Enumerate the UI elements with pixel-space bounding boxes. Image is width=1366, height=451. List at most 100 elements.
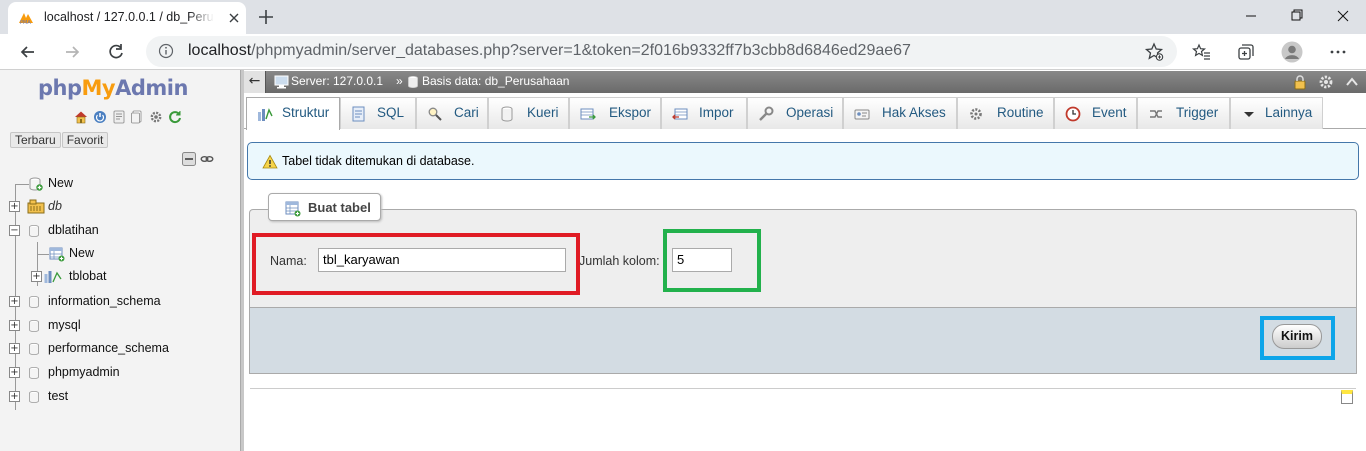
tree-item-mysql[interactable]: + mysql: [0, 316, 240, 336]
tree-item-dblatihan[interactable]: − dblatihan: [0, 221, 240, 241]
tab-operasi[interactable]: Operasi: [747, 97, 843, 129]
tree-item-performance-schema[interactable]: + performance_schema: [0, 339, 240, 359]
breadcrumb-server[interactable]: Server: 127.0.0.1: [291, 74, 383, 88]
minimize-icon[interactable]: [1228, 0, 1274, 32]
main-menu: Struktur SQL Cari Kueri Ekspor Impor Ope…: [244, 93, 1366, 130]
link-with-main-icon[interactable]: [200, 152, 214, 166]
database-icon: [29, 296, 39, 308]
expand-icon[interactable]: +: [9, 391, 20, 402]
tree-label[interactable]: test: [48, 389, 68, 403]
forward-icon[interactable]: [62, 42, 82, 62]
browser-navbar: localhost/phpmyadmin/server_databases.ph…: [0, 34, 1366, 70]
new-table-icon: [49, 247, 65, 262]
tab-struktur[interactable]: Struktur: [246, 97, 340, 130]
search-icon: [428, 107, 442, 121]
console-icon[interactable]: [1341, 390, 1353, 404]
tree-label[interactable]: information_schema: [48, 294, 161, 308]
address-bar[interactable]: localhost/phpmyadmin/server_databases.ph…: [146, 36, 1177, 67]
add-favorite-icon[interactable]: [1144, 42, 1164, 62]
new-database-icon: [29, 177, 43, 191]
highlight-box-submit: [1260, 316, 1335, 360]
trigger-icon: [1150, 110, 1162, 118]
add-table-icon: [285, 201, 301, 217]
browser-tabbar: PMA localhost / 127.0.0.1 / db_Perusahaa…: [0, 0, 1366, 34]
new-tab-icon[interactable]: [256, 7, 276, 27]
back-icon[interactable]: [18, 42, 38, 62]
tree-item-new[interactable]: New: [0, 174, 240, 194]
tree-label[interactable]: tblobat: [69, 269, 107, 283]
close-tab-icon[interactable]: [226, 10, 242, 26]
collapse-panel-arrow-icon[interactable]: ←: [244, 71, 266, 93]
tab-ekspor[interactable]: Ekspor: [569, 97, 661, 129]
collapse-all-icon[interactable]: [182, 152, 196, 166]
tab-event[interactable]: Event: [1054, 97, 1137, 129]
expand-icon[interactable]: +: [9, 201, 20, 212]
tree-item-test[interactable]: + test: [0, 387, 240, 407]
expand-icon[interactable]: +: [9, 296, 20, 307]
tree-item-tblobat[interactable]: + tblobat: [0, 267, 240, 287]
legend-title: Buat tabel: [308, 200, 371, 215]
tab-cari[interactable]: Cari: [416, 97, 488, 129]
tree-label[interactable]: mysql: [48, 318, 81, 332]
tree-item-phpmyadmin[interactable]: + phpmyadmin: [0, 363, 240, 383]
logout-icon[interactable]: [93, 110, 107, 124]
settings-gear-icon[interactable]: [1318, 74, 1334, 90]
restore-icon[interactable]: [1274, 0, 1320, 32]
recent-tables-button[interactable]: Terbaru: [10, 132, 61, 148]
more-menu-icon[interactable]: [1328, 42, 1348, 62]
home-icon[interactable]: [74, 110, 88, 124]
tab-label: SQL: [377, 105, 405, 120]
database-icon: [408, 76, 418, 88]
doc-pages-icon[interactable]: [130, 110, 144, 124]
expand-icon[interactable]: +: [31, 271, 42, 282]
collections-icon[interactable]: [1236, 42, 1256, 62]
phpmyadmin-logo[interactable]: phpMyAdmin: [38, 76, 188, 100]
query-icon: [501, 106, 513, 122]
database-icon: [29, 343, 39, 355]
tree-label[interactable]: dblatihan: [48, 223, 99, 237]
recent-favorite-tabs: Terbaru Favorit: [10, 132, 109, 148]
tree-label[interactable]: phpmyadmin: [48, 365, 120, 379]
url-host: localhost: [188, 42, 252, 59]
tab-lainnya[interactable]: Lainnya: [1230, 97, 1323, 129]
database-icon: [29, 320, 39, 332]
browser-tab[interactable]: PMA localhost / 127.0.0.1 / db_Perusahaa…: [8, 2, 246, 34]
table-structure-icon: [44, 271, 62, 283]
collapse-topbar-icon[interactable]: [1344, 74, 1360, 90]
info-icon[interactable]: [158, 43, 174, 59]
tab-label: Lainnya: [1265, 105, 1313, 120]
tab-kueri[interactable]: Kueri: [488, 97, 569, 129]
tree-item-new-table[interactable]: New: [0, 244, 240, 264]
expand-icon[interactable]: +: [9, 343, 20, 354]
tree-label[interactable]: db: [48, 199, 62, 213]
tab-impor[interactable]: Impor: [661, 97, 747, 129]
tab-routine[interactable]: Routine: [957, 97, 1054, 129]
lock-icon[interactable]: [1292, 74, 1308, 90]
tab-label: Struktur: [282, 105, 330, 120]
tree-label[interactable]: New: [69, 246, 94, 260]
url-text[interactable]: localhost/phpmyadmin/server_databases.ph…: [188, 42, 911, 60]
reload-icon[interactable]: [106, 42, 126, 62]
expand-icon[interactable]: +: [9, 320, 20, 331]
routine-icon: [970, 108, 982, 120]
profile-avatar-icon[interactable]: [1281, 41, 1303, 63]
favorites-icon[interactable]: [1192, 42, 1212, 62]
favorite-tables-button[interactable]: Favorit: [61, 132, 109, 148]
close-window-icon[interactable]: [1320, 0, 1366, 32]
collapse-icon[interactable]: −: [9, 225, 20, 236]
tree-label[interactable]: performance_schema: [48, 341, 169, 355]
docs-icon[interactable]: [112, 110, 126, 124]
tab-title: localhost / 127.0.0.1 / db_Perusahaan: [44, 10, 214, 24]
tab-label: Operasi: [786, 105, 834, 120]
tree-label[interactable]: New: [48, 176, 73, 190]
tree-item-information-schema[interactable]: + information_schema: [0, 292, 240, 312]
tab-trigger[interactable]: Trigger: [1137, 97, 1230, 129]
breadcrumb-database[interactable]: Basis data: db_Perusahaan: [422, 74, 569, 88]
settings-gear-icon[interactable]: [149, 110, 163, 124]
tree-item-db[interactable]: + db: [0, 197, 240, 217]
notice-text: Tabel tidak ditemukan di database.: [282, 154, 475, 168]
tab-sql[interactable]: SQL: [340, 97, 416, 129]
tab-hak-akses[interactable]: Hak Akses: [843, 97, 957, 129]
expand-icon[interactable]: +: [9, 367, 20, 378]
reload-navigation-icon[interactable]: [168, 110, 182, 124]
